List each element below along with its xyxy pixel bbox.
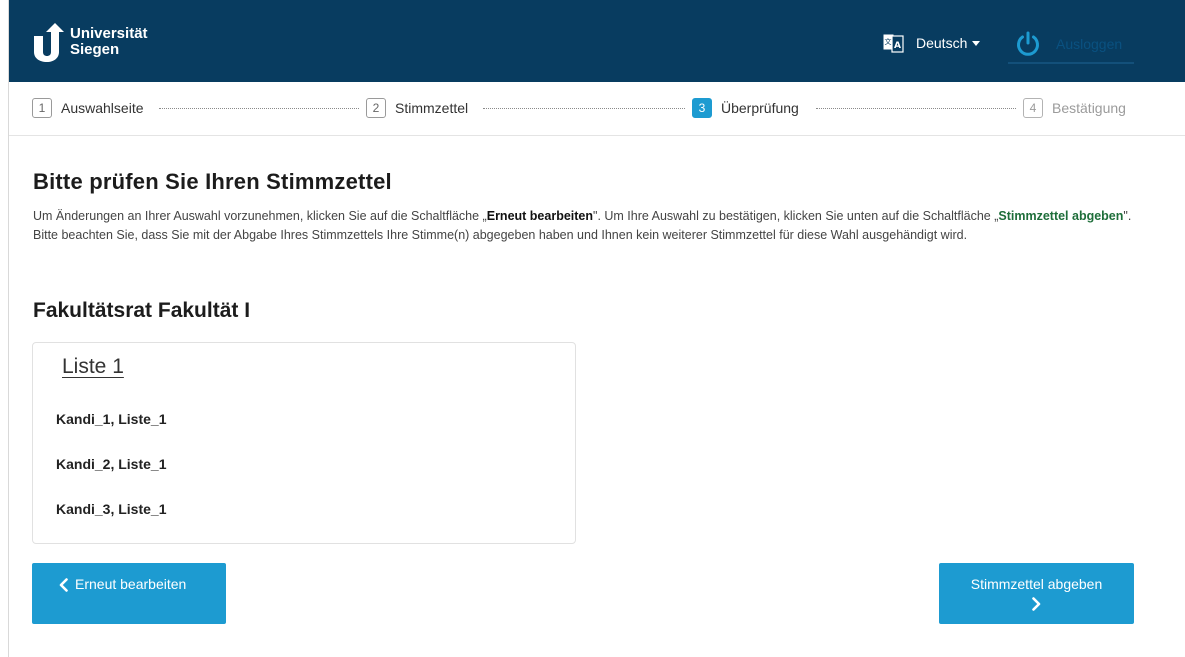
- edit-again-button[interactable]: Erneut bearbeiten: [32, 563, 226, 624]
- submit-ballot-label: Stimmzettel abgeben: [970, 576, 1103, 592]
- ballot-summary-card: Liste 1 Kandi_1, Liste_1 Kandi_2, Liste_…: [32, 342, 576, 544]
- step-ueberpruefung: 3 Überprüfung: [692, 98, 799, 118]
- submit-ballot-button[interactable]: Stimmzettel abgeben: [939, 563, 1134, 624]
- logo-text: Universität Siegen: [70, 26, 148, 58]
- step-bestaetigung: 4 Bestätigung: [1023, 98, 1126, 118]
- chevron-right-icon: [1032, 597, 1041, 611]
- page-title: Bitte prüfen Sie Ihren Stimmzettel: [33, 169, 392, 194]
- translate-icon: A 文: [882, 33, 904, 53]
- candidate-item: Kandi_1, Liste_1: [56, 411, 167, 427]
- list-title: Liste 1: [62, 355, 124, 378]
- step-connector: [816, 108, 1016, 109]
- app-frame: Universität Siegen A 文 Deutsch Ausloggen: [8, 0, 1185, 657]
- intro-text-part: ". Um Ihre Auswahl zu bestätigen, klicke…: [593, 209, 999, 223]
- step-stimmzettel: 2 Stimmzettel: [366, 98, 468, 118]
- chevron-left-icon: [59, 578, 68, 592]
- intro-keyword-submit: Stimmzettel abgeben: [998, 209, 1124, 223]
- step-number: 1: [32, 98, 52, 118]
- step-connector: [159, 108, 359, 109]
- step-connector: [483, 108, 685, 109]
- step-label: Auswahlseite: [61, 100, 144, 116]
- language-selector[interactable]: A 文 Deutsch: [882, 32, 981, 54]
- power-icon: [1017, 31, 1039, 56]
- chevron-down-icon: [972, 40, 981, 46]
- candidate-item: Kandi_3, Liste_1: [56, 501, 167, 517]
- instructions-text: Um Änderungen an Ihrer Auswahl vorzunehm…: [33, 207, 1133, 245]
- top-header: Universität Siegen A 文 Deutsch Ausloggen: [9, 0, 1185, 82]
- step-label: Überprüfung: [721, 100, 799, 116]
- progress-stepper: 1 Auswahlseite 2 Stimmzettel 3 Überprüfu…: [9, 82, 1185, 136]
- logo-line2: Siegen: [70, 41, 120, 58]
- language-label: Deutsch: [916, 35, 968, 51]
- svg-text:A: A: [894, 41, 901, 51]
- step-auswahlseite: 1 Auswahlseite: [32, 98, 144, 118]
- step-label: Bestätigung: [1052, 100, 1126, 116]
- intro-text-part: Um Änderungen an Ihrer Auswahl vorzunehm…: [33, 209, 487, 223]
- intro-keyword-edit: Erneut bearbeiten: [486, 209, 594, 223]
- logo-line1: Universität: [70, 25, 148, 42]
- step-label: Stimmzettel: [395, 100, 469, 116]
- edit-again-label: Erneut bearbeiten: [75, 576, 187, 592]
- step-number: 2: [366, 98, 386, 118]
- logout-label: Ausloggen: [1056, 36, 1123, 52]
- svg-text:文: 文: [885, 37, 892, 46]
- step-number: 4: [1023, 98, 1043, 118]
- university-logo[interactable]: Universität Siegen: [32, 22, 148, 62]
- candidate-item: Kandi_2, Liste_1: [56, 456, 167, 472]
- step-number: 3: [692, 98, 712, 118]
- logout-button[interactable]: Ausloggen: [1008, 26, 1134, 64]
- election-title: Fakultätsrat Fakultät I: [33, 299, 251, 322]
- university-logo-icon: [34, 23, 64, 62]
